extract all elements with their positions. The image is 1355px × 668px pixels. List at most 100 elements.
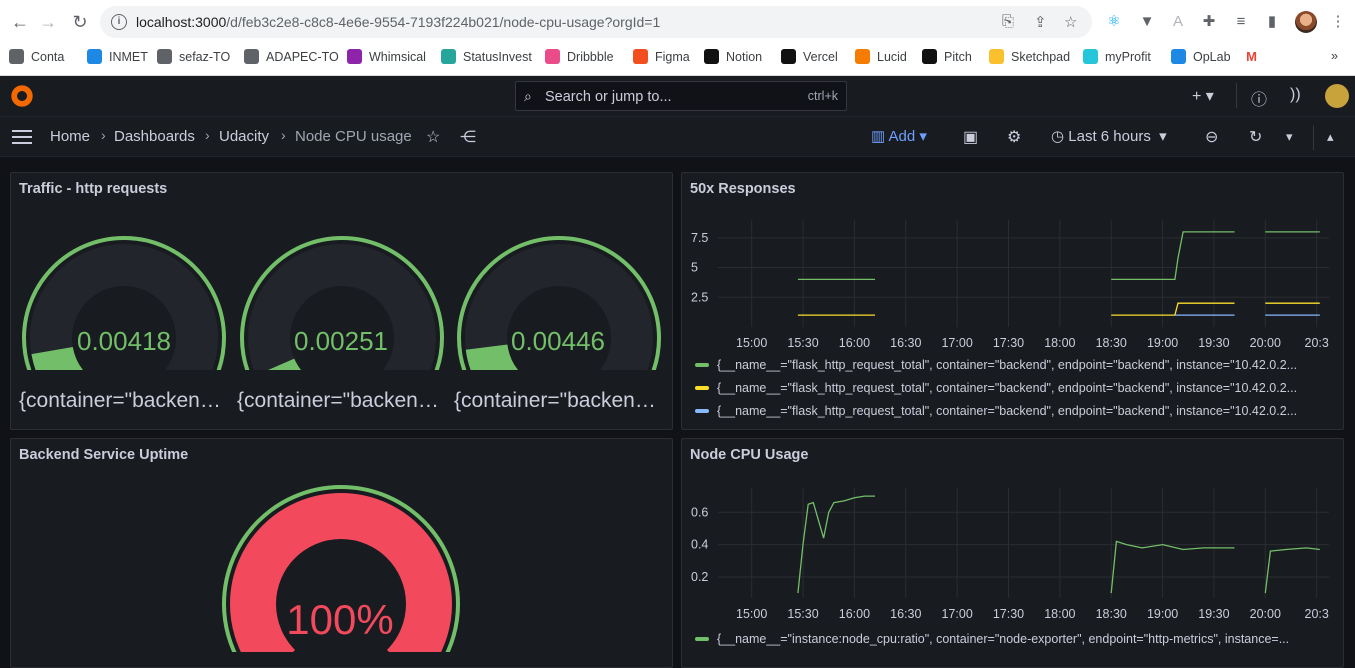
- gauge-label: {container="backend"...: [454, 389, 664, 412]
- legend-swatch: [695, 637, 709, 641]
- profile-avatar[interactable]: [1295, 11, 1317, 33]
- breadcrumb-dashboards[interactable]: Dashboards: [114, 128, 195, 145]
- bookmark-figma[interactable]: Figma: [633, 49, 690, 64]
- address-bar[interactable]: i localhost:3000/d/feb3c2e8-c8c8-4e6e-95…: [100, 6, 1092, 38]
- bookmark-favicon-icon: [922, 49, 937, 64]
- x-tick-label: 17:00: [941, 336, 972, 350]
- bookmark-notion[interactable]: Notion: [704, 49, 762, 64]
- bookmark-favicon-icon: [855, 49, 870, 64]
- grafana-topbar: ⌕ Search or jump to... ctrl+k + ▾ ⓘ )): [0, 76, 1355, 116]
- share-dashboard-icon[interactable]: ⋲: [460, 127, 476, 147]
- breadcrumb-udacity[interactable]: Udacity: [219, 128, 269, 145]
- series-line: [1110, 540, 1235, 594]
- gauge-label: {container="backend"...: [19, 389, 229, 412]
- bookmark-favicon-icon: [157, 49, 172, 64]
- x-tick-label: 15:30: [787, 336, 818, 350]
- settings-gear-icon[interactable]: ⚙: [1007, 127, 1021, 147]
- series-line: [1111, 231, 1235, 281]
- x-tick-label: 15:00: [736, 336, 767, 350]
- search-placeholder: Search or jump to...: [545, 89, 672, 105]
- chrome-menu-icon[interactable]: ⋮: [1328, 12, 1348, 32]
- bookmarks-bar: Conta INMET sefaz-TO ADAPEC-TO Whimsical Stat…: [0, 46, 1355, 70]
- search-icon: ⌕: [524, 88, 532, 104]
- x-tick-label: 19:00: [1147, 607, 1178, 621]
- side-panel-icon[interactable]: ▮: [1262, 12, 1282, 32]
- time-range-picker[interactable]: ◷ Last 6 hours ▾: [1051, 127, 1167, 145]
- translate-icon[interactable]: ⎘: [1002, 13, 1014, 30]
- reading-list-icon[interactable]: ≡: [1231, 12, 1251, 32]
- bookmark-label: Vercel: [803, 49, 838, 64]
- bookmark-favicon-icon: [989, 49, 1004, 64]
- bookmark-statusinvest[interactable]: StatusInvest: [441, 49, 532, 64]
- chart-node-cpu: 15:00 15:30 16:00 16:30 17:00 17:30 18:00 18:30…: [691, 488, 1329, 621]
- page-title: Node CPU usage: [295, 128, 412, 145]
- gauge-value: 0.00418: [77, 326, 171, 356]
- search-shortcut: ctrl+k: [807, 89, 838, 103]
- bookmark-adapec-to[interactable]: ADAPEC-TO: [244, 49, 339, 64]
- angular-devtools-icon[interactable]: A: [1168, 12, 1188, 32]
- share-icon[interactable]: ⇪: [1034, 13, 1047, 31]
- add-button[interactable]: ▥ Add ▾: [871, 127, 927, 145]
- url-text: localhost:3000/d/feb3c2e8-c8c8-4e6e-9554…: [136, 14, 661, 30]
- grafana-logo-icon[interactable]: [10, 84, 34, 108]
- bookmark-sefaz-to[interactable]: sefaz-TO: [157, 49, 230, 64]
- bookmark-oplab[interactable]: OpLab: [1171, 49, 1231, 64]
- legend-label: {__name__="flask_http_request_total", co…: [717, 358, 1298, 372]
- star-icon[interactable]: ☆: [426, 127, 440, 147]
- breadcrumb-home[interactable]: Home: [50, 128, 90, 145]
- news-rss-icon[interactable]: )): [1290, 86, 1301, 104]
- legend-item[interactable]: {__name__="instance:node_cpu:ratio", con…: [695, 632, 1289, 646]
- x-tick-label: 18:00: [1044, 336, 1075, 350]
- bookmarks-overflow-icon[interactable]: »: [1331, 49, 1338, 63]
- menu-icon[interactable]: [12, 130, 32, 144]
- x-tick-label: 20:3: [1305, 607, 1329, 621]
- series-line: [1111, 302, 1235, 316]
- bookmark-star-icon[interactable]: ☆: [1064, 13, 1077, 31]
- x-tick-label: 17:30: [993, 336, 1024, 350]
- bookmark-lucid[interactable]: Lucid: [855, 49, 907, 64]
- refresh-icon[interactable]: ↻: [1249, 127, 1262, 147]
- legend-item[interactable]: {__name__="flask_http_request_total", co…: [695, 381, 1297, 395]
- legend-item[interactable]: {__name__="flask_http_request_total", co…: [695, 358, 1297, 372]
- browser-chrome: ← → ↻ i localhost:3000/d/feb3c2e8-c8c8-4…: [0, 0, 1355, 76]
- bookmark-m[interactable]: M: [1244, 49, 1266, 64]
- legend-label: {__name__="instance:node_cpu:ratio", con…: [717, 632, 1290, 646]
- zoom-out-icon[interactable]: ⊖: [1205, 127, 1218, 147]
- bookmark-dribbble[interactable]: Dribbble: [545, 49, 614, 64]
- bookmark-sketchpad[interactable]: Sketchpad: [989, 49, 1070, 64]
- bookmark-myprofit[interactable]: myProfit: [1083, 49, 1151, 64]
- bookmark-favicon-icon: [1083, 49, 1098, 64]
- breadcrumb-separator: ›: [205, 127, 210, 143]
- bookmark-favicon-icon: [9, 49, 24, 64]
- bookmark-pitch[interactable]: Pitch: [922, 49, 972, 64]
- y-tick-label: 7.5: [691, 231, 708, 245]
- legend-item[interactable]: {__name__="flask_http_request_total", co…: [695, 404, 1297, 418]
- react-devtools-icon[interactable]: ⚛: [1104, 12, 1124, 32]
- user-avatar[interactable]: [1325, 84, 1349, 108]
- forward-icon[interactable]: →: [36, 10, 60, 34]
- bookmark-favicon-icon: M: [1246, 49, 1257, 64]
- bookmark-vercel[interactable]: Vercel: [781, 49, 838, 64]
- vue-devtools-icon[interactable]: ▼: [1137, 12, 1157, 32]
- back-icon[interactable]: ←: [8, 10, 32, 34]
- site-info-icon[interactable]: i: [111, 14, 127, 30]
- extensions-icon[interactable]: ✚: [1199, 12, 1219, 32]
- series-line: [1264, 547, 1320, 594]
- panel-title: Traffic - http requests: [19, 181, 168, 197]
- bookmark-label: StatusInvest: [463, 49, 532, 64]
- legend-swatch: [695, 363, 709, 367]
- panel-title: Backend Service Uptime: [19, 447, 189, 463]
- bookmark-label: Pitch: [944, 49, 972, 64]
- bookmark-favicon-icon: [244, 49, 259, 64]
- bookmark-whimsical[interactable]: Whimsical: [347, 49, 426, 64]
- collapse-chevron-icon[interactable]: ▴: [1327, 129, 1334, 145]
- search-input[interactable]: ⌕ Search or jump to... ctrl+k: [515, 81, 847, 111]
- help-icon[interactable]: ⓘ: [1251, 86, 1267, 110]
- reload-icon[interactable]: ↻: [68, 10, 92, 34]
- save-icon[interactable]: ▣: [963, 127, 978, 147]
- new-plus-icon[interactable]: + ▾: [1192, 86, 1214, 106]
- divider: [1313, 125, 1314, 150]
- refresh-interval-chevron-icon[interactable]: ▾: [1286, 129, 1293, 145]
- bookmark-conta[interactable]: Conta: [9, 49, 64, 64]
- bookmark-inmet[interactable]: INMET: [87, 49, 148, 64]
